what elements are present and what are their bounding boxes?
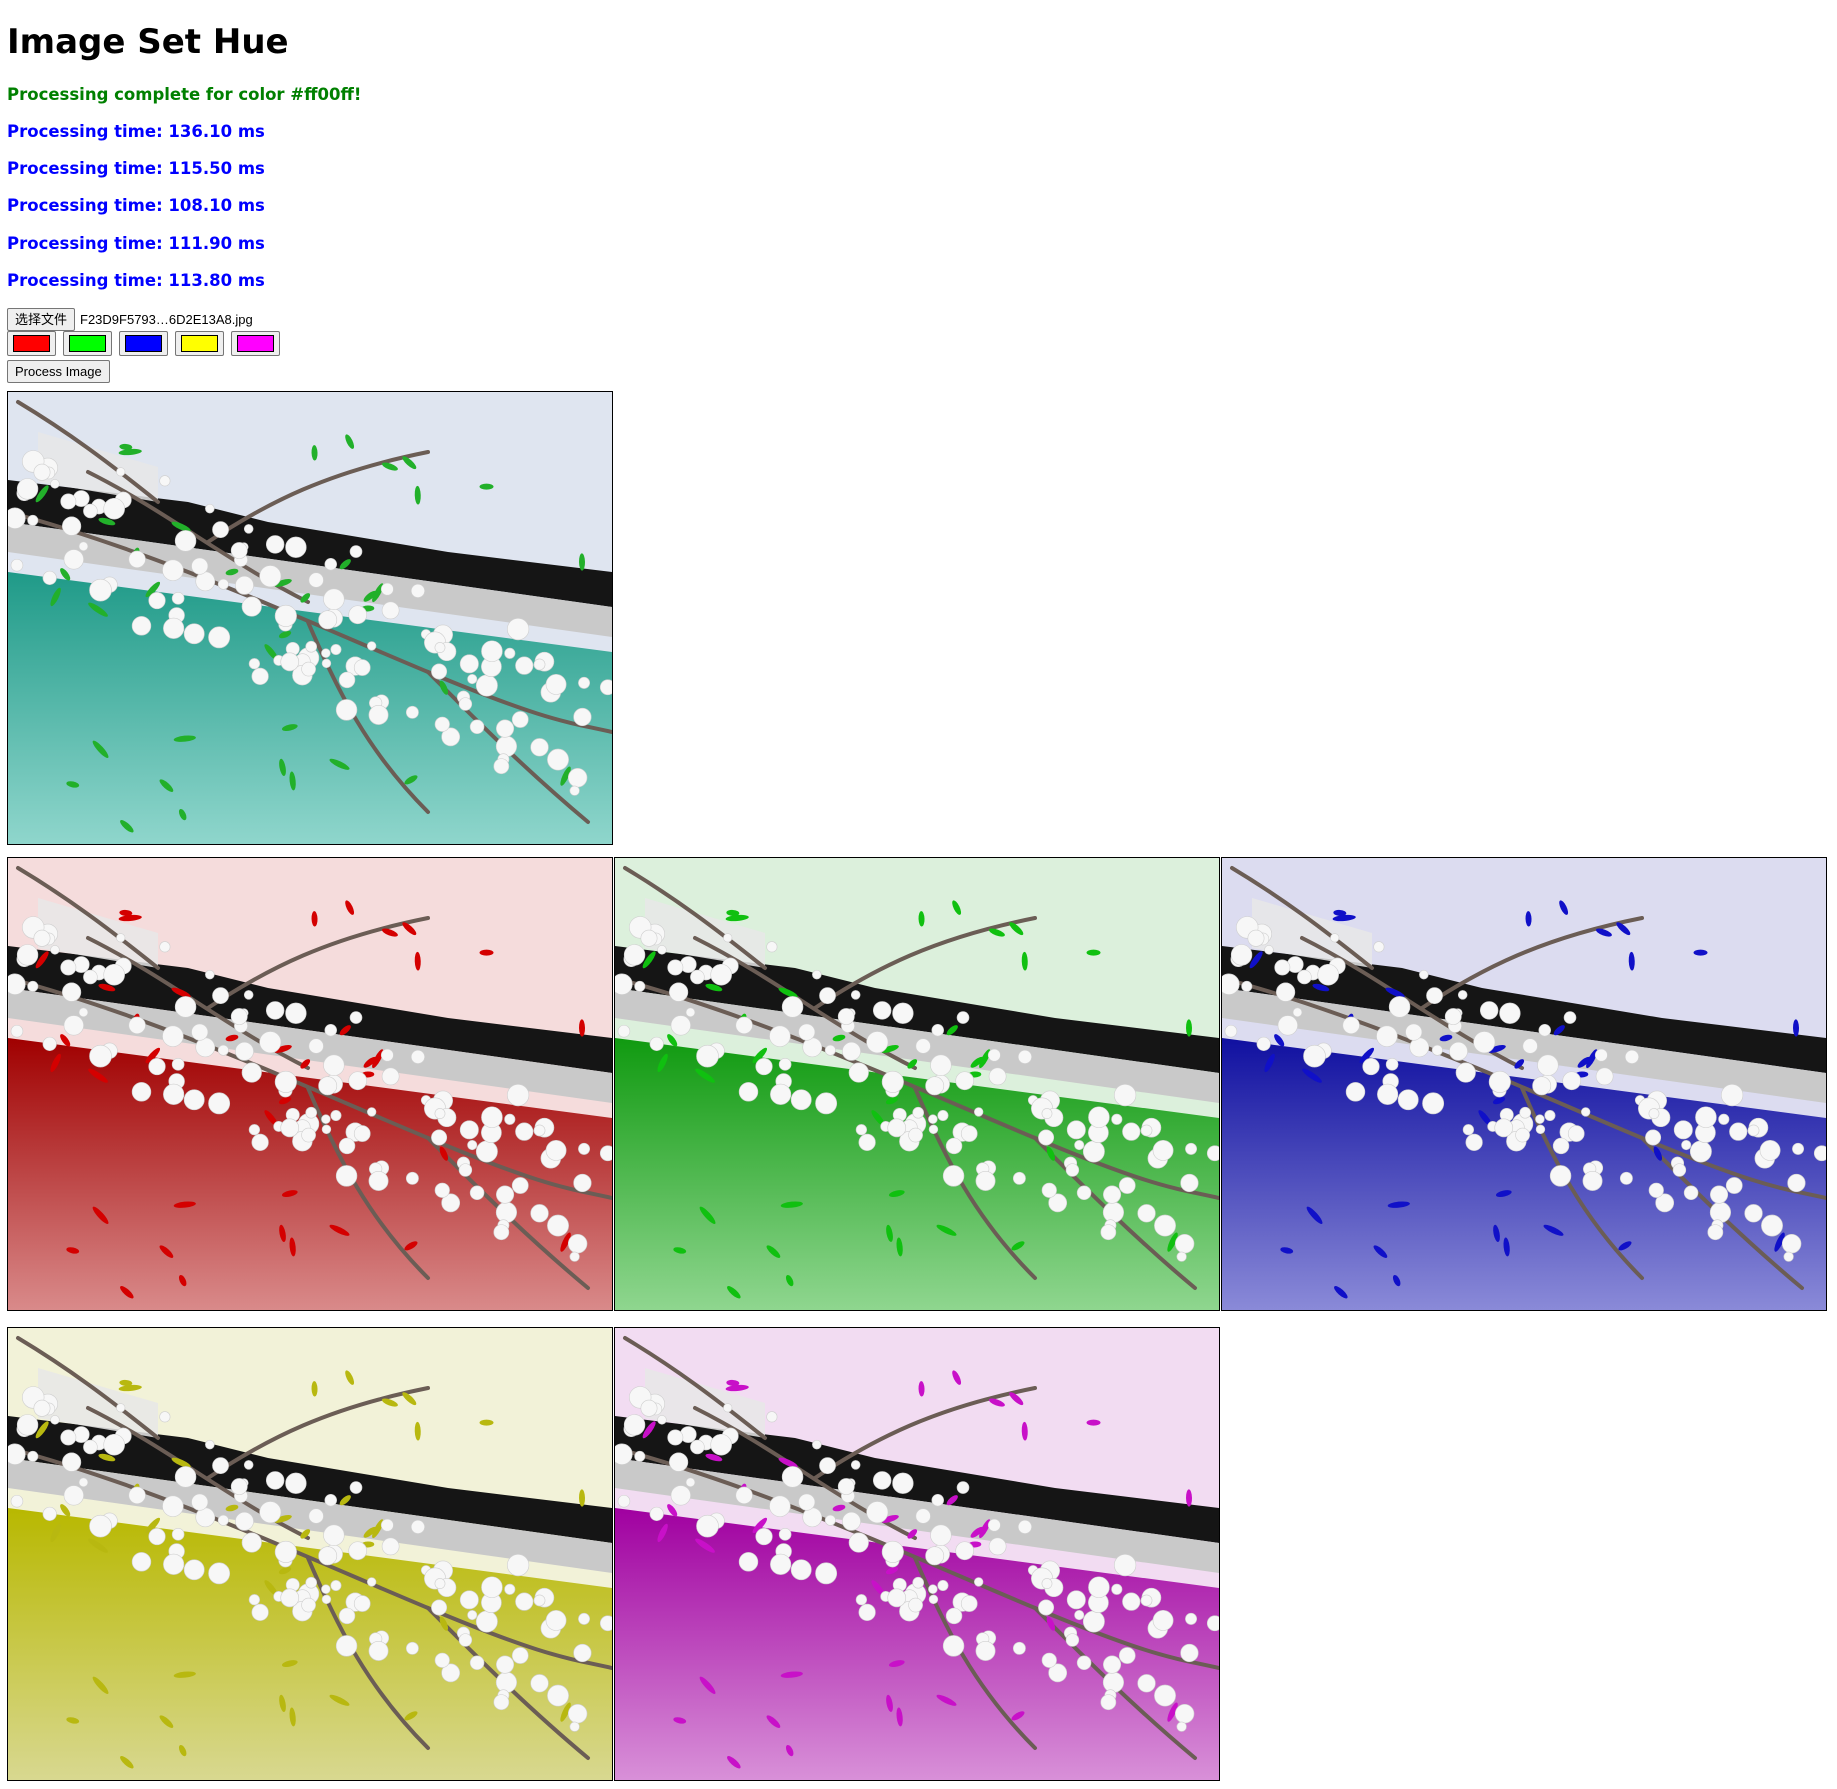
color-swatch-yellow[interactable] xyxy=(175,331,224,356)
page-title: Image Set Hue xyxy=(7,22,289,62)
color-swatch-blue[interactable] xyxy=(119,331,168,356)
swatch-color xyxy=(237,335,274,352)
processing-time: Processing time: 136.10 ms xyxy=(7,122,265,141)
status-message: Processing complete for color #ff00ff! xyxy=(7,85,362,104)
swatch-color xyxy=(125,335,162,352)
processed-image-magenta xyxy=(614,1327,1220,1781)
processing-time: Processing time: 108.10 ms xyxy=(7,196,265,215)
color-swatch-row xyxy=(7,331,280,356)
process-image-button[interactable]: Process Image xyxy=(7,360,110,383)
processed-image-yellow xyxy=(7,1327,613,1781)
processing-time: Processing time: 111.90 ms xyxy=(7,234,265,253)
processing-time: Processing time: 115.50 ms xyxy=(7,159,265,178)
file-input[interactable]: 选择文件 F23D9F5793…6D2E13A8.jpg xyxy=(7,307,253,331)
processing-time: Processing time: 113.80 ms xyxy=(7,271,265,290)
choose-file-button[interactable]: 选择文件 xyxy=(7,307,76,331)
color-swatch-red[interactable] xyxy=(7,331,56,356)
swatch-color xyxy=(69,335,106,352)
swatch-color xyxy=(13,335,50,352)
processed-image-green xyxy=(614,857,1220,1311)
processed-image-red xyxy=(7,857,613,1311)
original-image xyxy=(7,391,613,845)
color-swatch-magenta[interactable] xyxy=(231,331,280,356)
file-name: F23D9F5793…6D2E13A8.jpg xyxy=(80,311,253,327)
processed-image-blue xyxy=(1221,857,1827,1311)
color-swatch-green[interactable] xyxy=(63,331,112,356)
swatch-color xyxy=(181,335,218,352)
